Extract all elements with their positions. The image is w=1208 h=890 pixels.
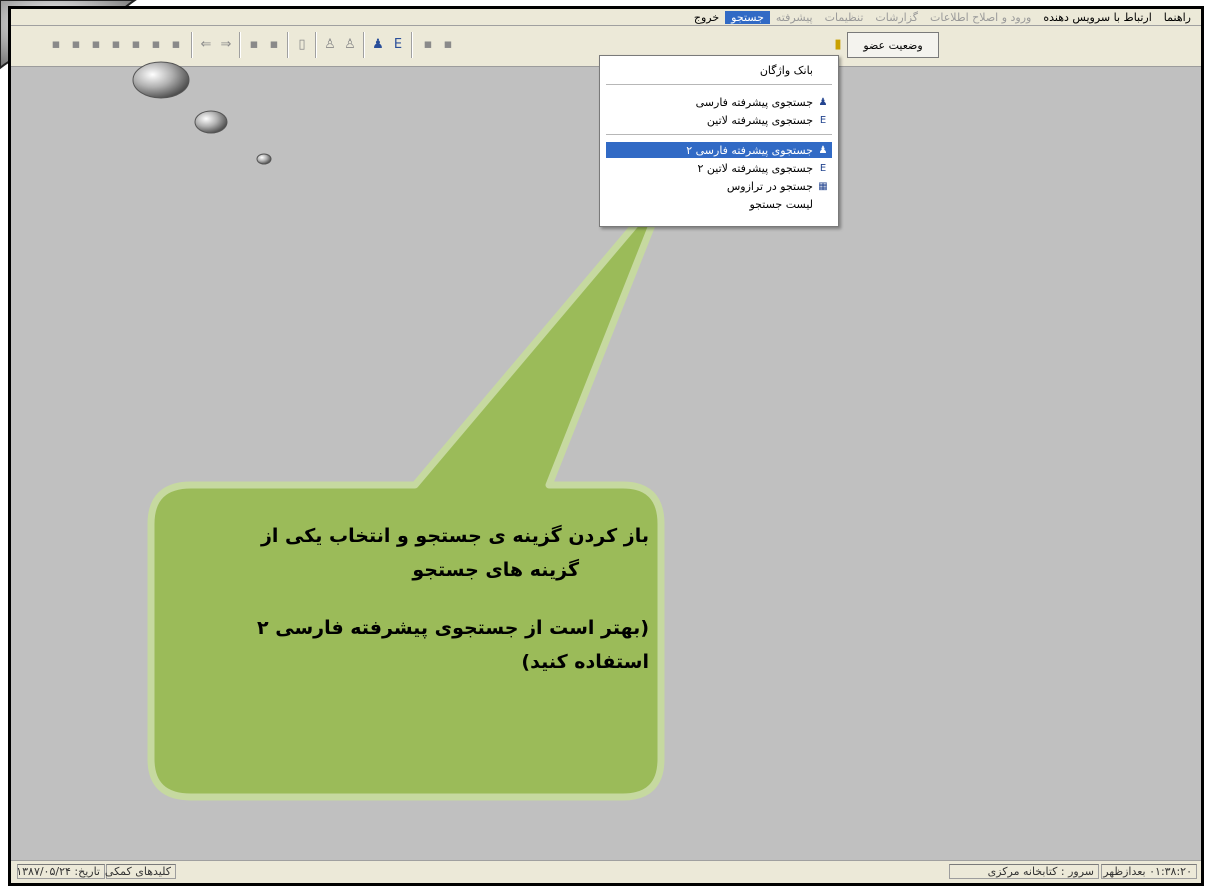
search-menu-item-label: جستجوی پیشرفته لاتین bbox=[706, 113, 813, 127]
blank-icon bbox=[816, 63, 830, 77]
status-bar: ۰۱:۳۸:۲۰ بعدازظهر سرور : کتابخانه مرکزی … bbox=[11, 860, 1201, 883]
search-menu-item[interactable]: E جستجوی پیشرفته لاتین ۲ bbox=[606, 160, 832, 176]
search-menu-item[interactable]: ♟ جستجوی پیشرفته فارسی ۲ bbox=[606, 142, 832, 158]
search-menu-item[interactable]: لیست جستجو bbox=[606, 196, 832, 212]
status-help-keys: کلیدهای کمکی bbox=[105, 864, 176, 879]
search-menu-item[interactable]: E جستجوی پیشرفته لاتین bbox=[606, 112, 832, 128]
callout-line-3: (بهتر است از جستجوی پیشرفته فارسی ۲ bbox=[257, 617, 649, 639]
status-time: ۰۱:۳۸:۲۰ بعدازظهر bbox=[1101, 864, 1197, 879]
menu-separator bbox=[606, 134, 832, 135]
status-spacer bbox=[241, 864, 541, 879]
search-menu-item-label: جستجوی پیشرفته فارسی ۲ bbox=[686, 143, 813, 157]
thesaurus-icon: ▦ bbox=[818, 180, 828, 192]
search-en-icon: E bbox=[819, 114, 827, 126]
search-menu-item-label: بانک واژگان bbox=[759, 63, 813, 77]
callout-line-4: استفاده کنید) bbox=[521, 651, 649, 673]
callout-line-2: گزینه های جستجو bbox=[412, 559, 579, 581]
callout-line-1: باز کردن گزینه ی جستجو و انتخاب یکی از bbox=[260, 525, 649, 547]
blank-icon bbox=[816, 197, 830, 211]
status-server: سرور : کتابخانه مرکزی bbox=[949, 864, 1099, 879]
search-fa-icon: ♟ bbox=[818, 144, 828, 156]
search-menu-item[interactable]: بانک واژگان bbox=[606, 62, 832, 78]
search-dropdown-menu: بانک واژگان ♟ جستجوی پیشرفته فارسی E جستجوی … bbox=[599, 55, 839, 227]
menu-separator bbox=[606, 84, 832, 85]
app-window: راهنما ارتباط با سرویس دهنده ورود و اصلاح … bbox=[8, 6, 1204, 886]
search-menu-item-label: جستجو در ترازوس bbox=[726, 179, 813, 193]
search-menu-item-label: لیست جستجو bbox=[749, 197, 814, 211]
search-menu-item[interactable]: ▦ جستجو در ترازوس bbox=[606, 178, 832, 194]
search-en-icon: E bbox=[819, 162, 827, 174]
callout-text: باز کردن گزینه ی جستجو و انتخاب یکی از گ… bbox=[159, 519, 649, 719]
search-menu-item-label: جستجوی پیشرفته فارسی bbox=[695, 95, 813, 109]
search-menu-item-label: جستجوی پیشرفته لاتین ۲ bbox=[697, 161, 813, 175]
status-date: تاریخ: ۱۳۸۷/۰۵/۲۴ bbox=[16, 864, 105, 879]
search-fa-icon: ♟ bbox=[818, 96, 828, 108]
search-menu-item[interactable]: ♟ جستجوی پیشرفته فارسی bbox=[606, 94, 832, 110]
